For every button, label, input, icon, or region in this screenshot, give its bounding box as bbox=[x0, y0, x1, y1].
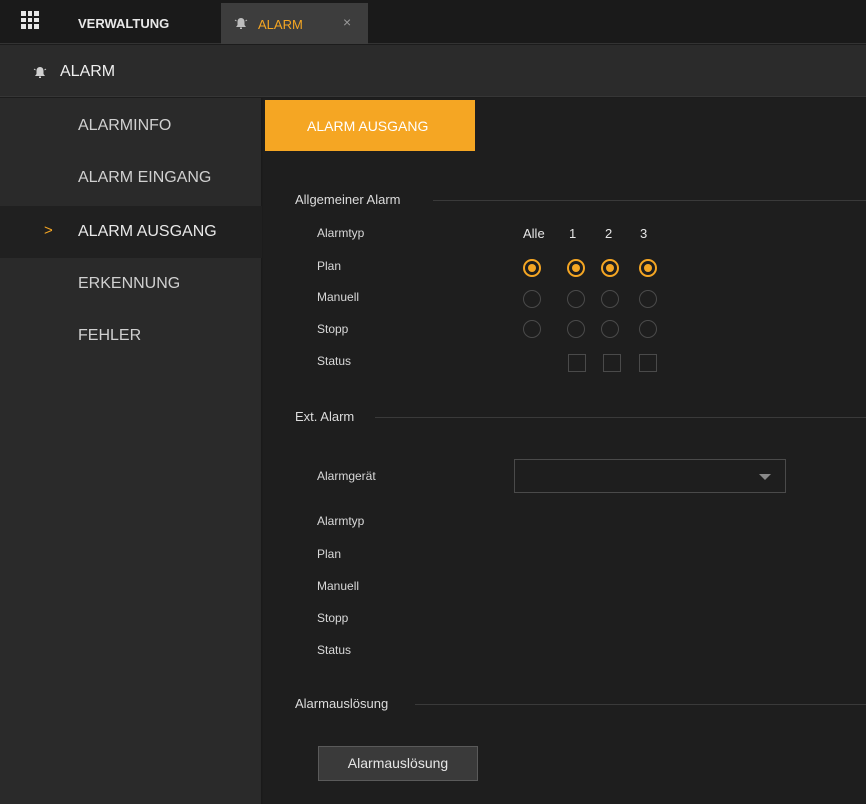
row-label-alarmtyp: Alarmtyp bbox=[317, 226, 365, 240]
status-indicator-3 bbox=[639, 354, 657, 372]
column-header-3: 3 bbox=[640, 226, 648, 241]
top-tab-bar: VERWALTUNG ALARM × bbox=[0, 0, 866, 44]
section-title-external: Ext. Alarm bbox=[295, 409, 355, 424]
sidebar-item-label: ERKENNUNG bbox=[78, 275, 181, 292]
row-label-alarmgeraet: Alarmgerät bbox=[317, 469, 376, 483]
page-title: ALARM bbox=[60, 63, 116, 80]
sidebar-item-label: ALARM EINGANG bbox=[78, 169, 212, 186]
row-label-status: Status bbox=[317, 354, 352, 368]
tab-alarm-ausgang[interactable]: ALARM AUSGANG bbox=[265, 100, 475, 151]
row-label-status-ext: Status bbox=[317, 643, 352, 657]
radio-manuell-3[interactable] bbox=[639, 290, 657, 308]
chevron-right-icon: > bbox=[44, 222, 53, 239]
column-header-alle: Alle bbox=[523, 226, 545, 241]
sidebar-item-fehler[interactable]: FEHLER bbox=[0, 310, 262, 362]
row-label-alarmtyp-ext: Alarmtyp bbox=[317, 514, 365, 528]
close-icon[interactable]: × bbox=[343, 14, 351, 30]
sidebar-item-erkennung[interactable]: ERKENNUNG bbox=[0, 258, 262, 310]
alarm-trigger-button[interactable]: Alarmauslösung bbox=[318, 746, 478, 781]
sidebar: ALARMINFO ALARM EINGANG > ALARM AUSGANG … bbox=[0, 98, 262, 804]
main-content: ALARM AUSGANG Allgemeiner Alarm Alarmtyp… bbox=[263, 98, 866, 804]
status-indicator-1 bbox=[568, 354, 586, 372]
status-indicator-2 bbox=[603, 354, 621, 372]
row-label-plan: Plan bbox=[317, 259, 342, 273]
tab-label: ALARM AUSGANG bbox=[307, 118, 429, 134]
column-header-1: 1 bbox=[569, 226, 577, 241]
radio-manuell-1[interactable] bbox=[567, 290, 585, 308]
section-title-trigger: Alarmauslösung bbox=[295, 696, 389, 711]
radio-plan-1[interactable] bbox=[567, 259, 585, 277]
radio-plan-alle[interactable] bbox=[523, 259, 541, 277]
chevron-down-icon bbox=[759, 474, 771, 480]
bell-icon bbox=[234, 18, 248, 29]
page-header: ALARM bbox=[0, 45, 866, 97]
radio-plan-3[interactable] bbox=[639, 259, 657, 277]
sidebar-item-alarm-eingang[interactable]: ALARM EINGANG bbox=[0, 152, 262, 204]
bell-icon bbox=[33, 67, 47, 78]
row-label-stopp-ext: Stopp bbox=[317, 611, 349, 625]
sidebar-item-label: ALARM AUSGANG bbox=[78, 223, 217, 240]
section-divider bbox=[415, 704, 866, 705]
section-divider bbox=[375, 417, 866, 418]
radio-manuell-2[interactable] bbox=[601, 290, 619, 308]
radio-stopp-1[interactable] bbox=[567, 320, 585, 338]
radio-plan-2[interactable] bbox=[601, 259, 619, 277]
grid-icon[interactable] bbox=[21, 11, 39, 29]
column-header-2: 2 bbox=[605, 226, 613, 241]
radio-stopp-2[interactable] bbox=[601, 320, 619, 338]
row-label-plan-ext: Plan bbox=[317, 547, 342, 561]
sidebar-item-label: FEHLER bbox=[78, 327, 142, 344]
radio-manuell-alle[interactable] bbox=[523, 290, 541, 308]
tab-verwaltung[interactable]: VERWALTUNG bbox=[78, 16, 169, 31]
sidebar-item-alarminfo[interactable]: ALARMINFO bbox=[0, 100, 262, 152]
row-label-manuell-ext: Manuell bbox=[317, 579, 360, 593]
sidebar-item-label: ALARMINFO bbox=[78, 117, 172, 134]
tab-alarm-label: ALARM bbox=[258, 17, 303, 32]
radio-stopp-alle[interactable] bbox=[523, 320, 541, 338]
section-title-general: Allgemeiner Alarm bbox=[295, 192, 401, 207]
radio-stopp-3[interactable] bbox=[639, 320, 657, 338]
section-divider bbox=[433, 200, 866, 201]
row-label-stopp: Stopp bbox=[317, 322, 349, 336]
alarm-device-select[interactable] bbox=[514, 459, 786, 493]
tab-alarm[interactable]: ALARM × bbox=[221, 3, 368, 44]
sidebar-item-alarm-ausgang[interactable]: > ALARM AUSGANG bbox=[0, 206, 262, 258]
row-label-manuell: Manuell bbox=[317, 290, 360, 304]
